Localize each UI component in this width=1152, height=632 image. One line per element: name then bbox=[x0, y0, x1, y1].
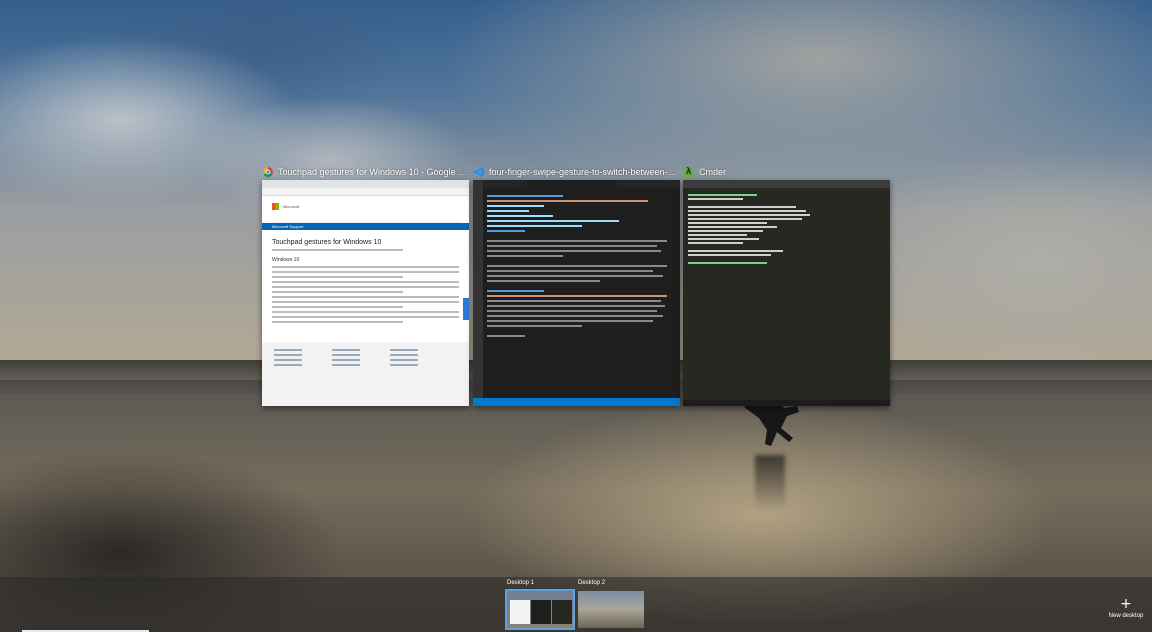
window-thumbnail[interactable] bbox=[683, 180, 890, 406]
microsoft-logo-icon bbox=[272, 202, 279, 210]
window-thumbnail[interactable]: Microsoft Microsoft Support Touchpad ges… bbox=[262, 180, 469, 406]
vscode-icon bbox=[473, 167, 484, 178]
window-title-bar: four-finger-swipe-gesture-to-switch-betw… bbox=[473, 164, 680, 180]
article-section: Windows 10 bbox=[272, 257, 300, 263]
article: Touchpad gestures for Windows 10 Windows… bbox=[262, 230, 469, 332]
console-bar bbox=[683, 180, 890, 188]
new-desktop-label: New desktop bbox=[1108, 613, 1144, 619]
window-title: Cmder bbox=[699, 167, 727, 177]
window-chrome[interactable]: Touchpad gestures for Windows 10 - Googl… bbox=[262, 164, 469, 406]
console-tabbar bbox=[683, 400, 890, 406]
article-heading: Touchpad gestures for Windows 10 bbox=[272, 239, 382, 246]
activity-bar bbox=[473, 180, 483, 398]
window-title-bar: λ Cmder bbox=[683, 164, 890, 180]
desktop-thumbnail[interactable] bbox=[578, 591, 644, 628]
page-footer bbox=[262, 342, 469, 406]
desktop-2[interactable]: Desktop 2 bbox=[578, 578, 644, 628]
desktop-label: Desktop 1 bbox=[507, 580, 535, 586]
desktop-thumbnail[interactable] bbox=[505, 589, 575, 630]
feedback-tab bbox=[463, 298, 469, 320]
editor-content bbox=[487, 192, 676, 340]
status-bar bbox=[473, 398, 680, 406]
desktop-label: Desktop 2 bbox=[578, 580, 606, 586]
cmder-icon: λ bbox=[683, 166, 694, 178]
window-vscode[interactable]: four-finger-swipe-gesture-to-switch-betw… bbox=[473, 164, 680, 406]
console-output bbox=[683, 188, 890, 270]
site-name: Microsoft bbox=[283, 203, 300, 209]
window-title-bar: Touchpad gestures for Windows 10 - Googl… bbox=[262, 164, 469, 180]
window-cmder[interactable]: λ Cmder bbox=[683, 164, 890, 406]
virtual-desktops-bar bbox=[0, 577, 1152, 632]
support-banner: Microsoft Support bbox=[262, 223, 469, 230]
new-desktop-button[interactable]: + New desktop bbox=[1106, 597, 1146, 619]
chrome-icon bbox=[262, 167, 273, 178]
window-thumbnail[interactable] bbox=[473, 180, 680, 406]
browser-tab-strip bbox=[262, 180, 469, 188]
ms-nav bbox=[272, 216, 459, 223]
editor-tabs bbox=[483, 180, 680, 188]
window-title: four-finger-swipe-gesture-to-switch-betw… bbox=[489, 167, 680, 177]
window-title: Touchpad gestures for Windows 10 - Googl… bbox=[278, 167, 469, 177]
browser-address-bar bbox=[262, 188, 469, 196]
desktop-1[interactable]: Desktop 1 bbox=[505, 578, 575, 630]
plus-icon: + bbox=[1120, 596, 1132, 612]
ms-header: Microsoft bbox=[262, 196, 469, 216]
